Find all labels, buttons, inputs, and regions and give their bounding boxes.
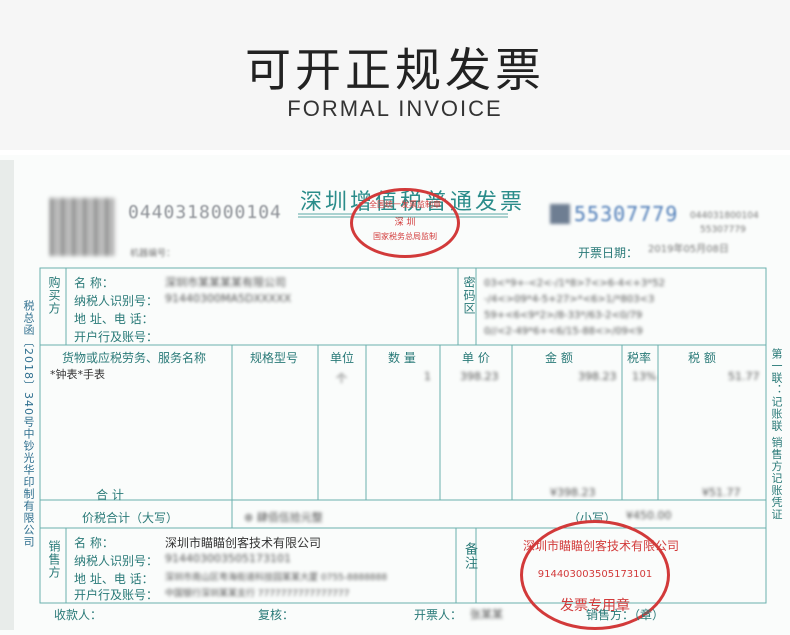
seller-addr-value: 深圳市南山区粤海街道科技园某某大厦 0755-8888888 [165, 573, 388, 583]
item-amount: 398.23 [578, 370, 617, 383]
col-unit: 单位 [330, 351, 355, 365]
col-qty: 数 量 [388, 351, 416, 365]
col-rate: 税率 [627, 351, 652, 365]
remark-label: 备注 [462, 542, 477, 570]
buyer-name-label: 名 称： [74, 276, 114, 290]
cipher-line-3: 59+<6<9*2>/8-33*/63-2<0/79 [484, 310, 643, 321]
seller-bank-label: 开户行及账号： [74, 588, 159, 602]
right-vertical-note: 第一联：记账联 销售方记账凭证 [770, 348, 783, 521]
seller-sign-label: 销售方：（章） [586, 608, 665, 622]
seller-addr-label: 地 址、电 话： [74, 572, 154, 586]
item-qty: 1 [424, 370, 431, 383]
col-price: 单 价 [462, 351, 490, 365]
buyer-addr-label: 地 址、电 话： [74, 312, 154, 326]
left-vertical-note: 税总函〔2018〕340号中钞光华印制有限公司 [22, 300, 35, 548]
price-tax-upper: ⊗ 肆佰伍拾元整 [244, 511, 323, 524]
cipher-line-2: -/4<>09*4-5+27>*<6>1/*803<3 [484, 294, 655, 305]
payee-label: 收款人： [54, 608, 103, 622]
buyer-bank-label: 开户行及账号： [74, 330, 159, 344]
small-value: ¥450.00 [626, 509, 672, 522]
reviewer-label: 复核： [258, 608, 295, 622]
col-spec: 规格型号 [250, 351, 299, 365]
col-amount: 金 额 [545, 351, 573, 365]
seller-stamp-number: 914403003505173101 [537, 569, 653, 580]
seller-section-label: 销售方 [47, 540, 61, 579]
seller-stamp-arc: 深圳市瞄瞄创客技术有限公司 [523, 539, 680, 553]
item-rate: 13% [632, 370, 657, 383]
total-label: 合 计 [96, 488, 124, 502]
col-tax: 税 额 [688, 351, 716, 365]
item-unit: 个 [336, 372, 347, 385]
seller-bank-value: 中国银行深圳某某支行 7777777777777777 [165, 589, 350, 599]
seller-name-value: 深圳市瞄瞄创客技术有限公司 [165, 536, 322, 550]
seller-tax-value: 914403003505173101 [165, 552, 291, 565]
price-tax-label: 价税合计（大写） [82, 511, 179, 525]
cipher-line-4: 0//<2-49*6+<6/15-88<>/09<9 [484, 326, 643, 337]
total-tax: ¥51.77 [702, 486, 741, 499]
seller-tax-label: 纳税人识别号： [74, 554, 159, 568]
item-price: 398.23 [460, 370, 499, 383]
buyer-name-value: 深圳市某某某某有限公司 [165, 276, 286, 289]
seller-name-label: 名 称： [74, 536, 114, 550]
item-tax: 51.77 [728, 370, 760, 383]
item-name: *钟表*手表 [50, 368, 105, 381]
buyer-tax-value: 91440300MA5DXXXXX [165, 292, 292, 305]
buyer-tax-label: 纳税人识别号： [74, 294, 159, 308]
buyer-section-label: 购买方 [47, 276, 61, 315]
drawer-label: 开票人： [414, 608, 463, 622]
cipher-line-1: 03<*9+-<2<-/1*8>7<>6-4<+3*52 [484, 278, 665, 289]
total-amount: ¥398.23 [550, 486, 596, 499]
drawer-value: 张某某 [470, 608, 503, 621]
col-goods: 货物或应税劳务、服务名称 [62, 351, 207, 365]
cipher-label: 密码区 [462, 276, 476, 315]
